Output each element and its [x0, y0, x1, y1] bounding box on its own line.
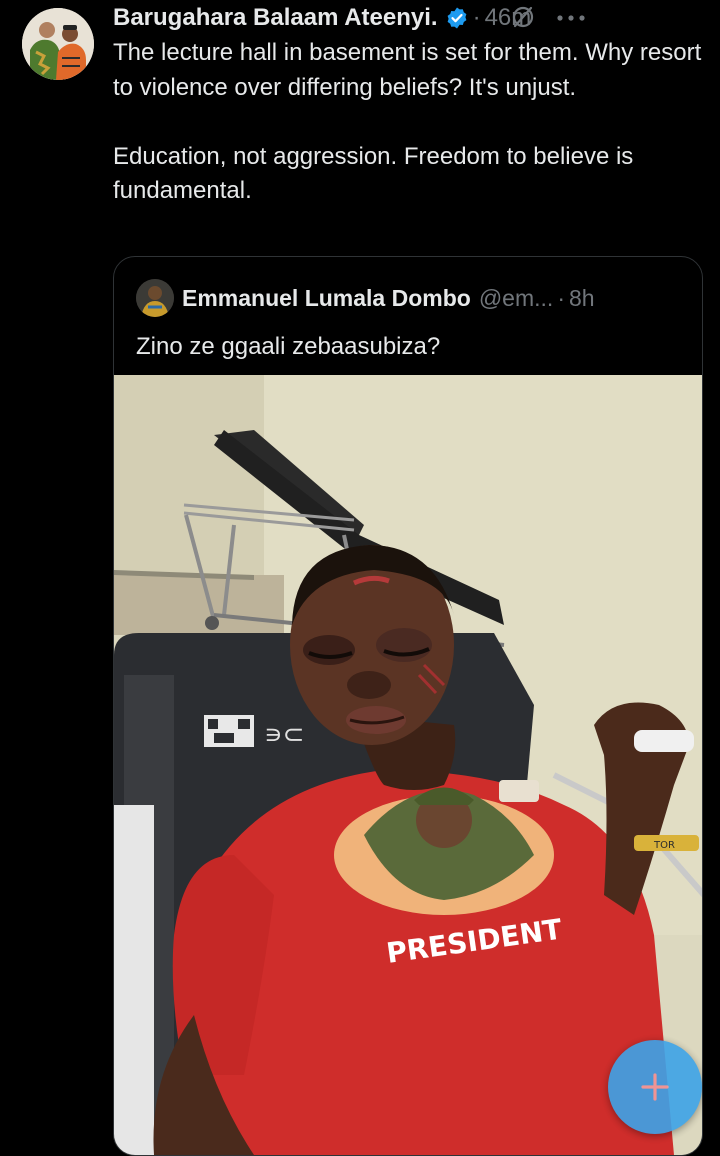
author-avatar[interactable]: [22, 8, 94, 80]
verified-badge-icon: [447, 7, 466, 29]
grok-icon[interactable]: [509, 3, 537, 31]
tweet-header: Barugahara Balaam Ateenyi. · 46m: [113, 2, 700, 34]
quoted-tweet[interactable]: Emmanuel Lumala Dombo @em... · 8h Zino z…: [113, 256, 703, 1156]
author-name[interactable]: Barugahara Balaam Ateenyi.: [113, 2, 438, 34]
wristband-text: TOR: [653, 840, 675, 851]
quoted-tweet-time: 8h: [568, 284, 595, 311]
tweet[interactable]: Barugahara Balaam Ateenyi. · 46m The lec…: [0, 0, 720, 1156]
quoted-tweet-text: Zino ze ggaali zebaasubiza?: [136, 333, 441, 360]
tweet-paragraph: The lecture hall in basement is set for …: [113, 39, 702, 101]
quoted-tweet-header: Emmanuel Lumala Dombo @em... · 8h: [136, 279, 682, 317]
svg-text:∍⊂: ∍⊂: [264, 720, 304, 750]
quoted-tweet-photo[interactable]: ∍⊂ TOR PRESIDENT: [114, 375, 702, 1155]
quoted-author-avatar: [136, 279, 174, 317]
header-separator: ·: [472, 4, 481, 31]
quoted-author-handle[interactable]: @em...: [479, 285, 553, 312]
quoted-author-name[interactable]: Emmanuel Lumala Dombo: [182, 285, 471, 312]
compose-fab[interactable]: [608, 1040, 702, 1134]
quoted-header-separator: ·: [557, 284, 565, 311]
more-options-icon[interactable]: [556, 14, 590, 22]
tweet-paragraph: Education, not aggression. Freedom to be…: [113, 142, 634, 205]
plus-icon: [641, 1073, 669, 1101]
tweet-text: The lecture hall in basement is set for …: [113, 36, 703, 209]
